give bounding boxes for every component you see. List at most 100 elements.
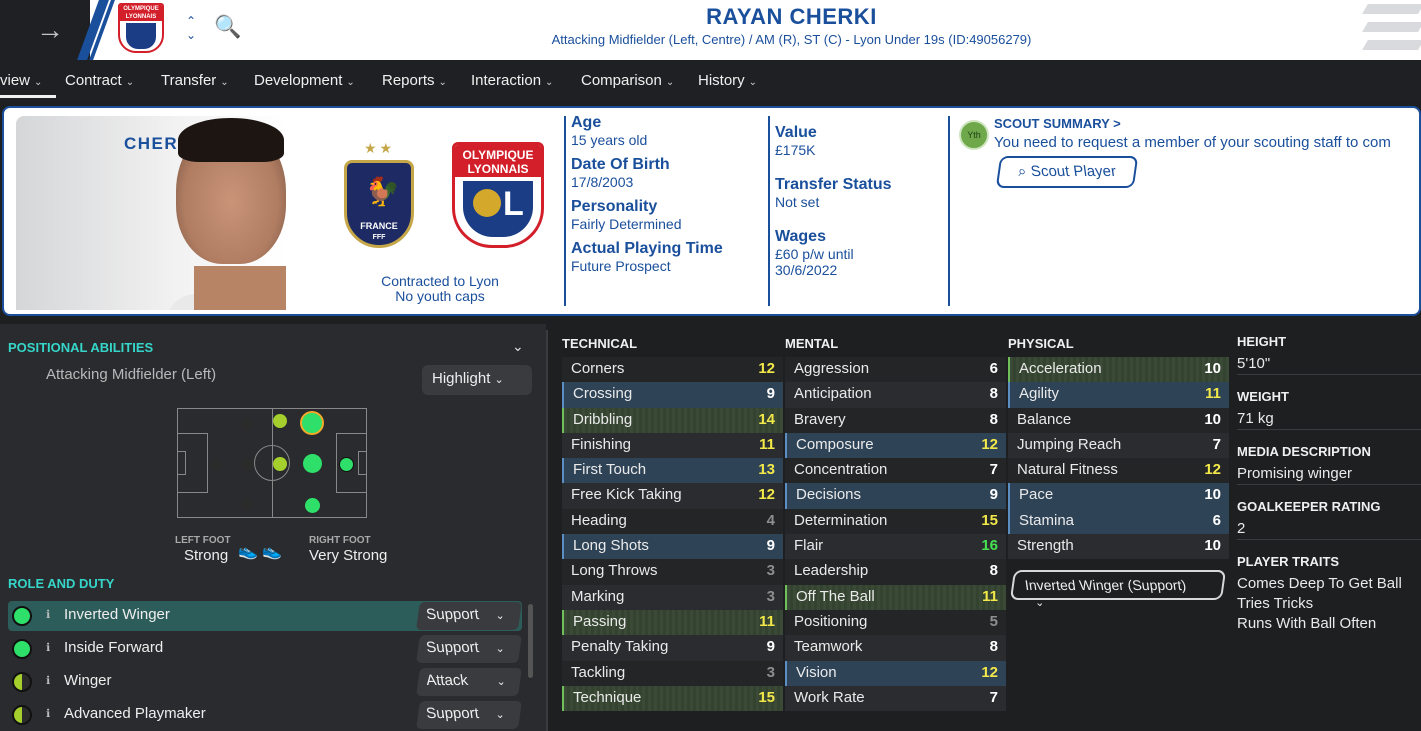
goal-area-left <box>178 451 186 475</box>
attribute-row[interactable]: Off The Ball 11 <box>785 584 1006 610</box>
tab-transfer[interactable]: Transfer ⌄ <box>161 72 229 89</box>
attribute-value: 9 <box>766 638 775 656</box>
attribute-name: Technique <box>573 688 642 706</box>
attribute-row[interactable]: Jumping Reach 7 <box>1008 432 1229 459</box>
attribute-row[interactable]: Positioning 5 <box>785 609 1006 636</box>
club-badge[interactable]: OLYMPIQUE LYONNAIS L <box>452 142 544 248</box>
duty-dropdown[interactable]: Attack ⌄ <box>416 668 522 696</box>
info-icon[interactable]: ℹ <box>46 608 50 621</box>
attribute-row[interactable]: Pace 10 <box>1008 483 1229 509</box>
selected-position: Attacking Midfielder (Left) <box>46 366 217 383</box>
attribute-row[interactable]: Natural Fitness 12 <box>1008 458 1229 484</box>
attribute-row[interactable]: Stamina 6 <box>1008 508 1229 535</box>
attribute-row[interactable]: Strength 10 <box>1008 534 1229 560</box>
info-icon[interactable]: ℹ <box>46 707 50 720</box>
playing-time-label: Actual Playing Time <box>571 240 723 257</box>
height-label: HEIGHT <box>1237 334 1287 349</box>
attribute-row[interactable]: Composure 12 <box>785 432 1006 459</box>
attribute-row[interactable]: Free Kick Taking 12 <box>562 483 783 509</box>
attribute-row[interactable]: Acceleration 10 <box>1008 357 1229 383</box>
scout-player-button[interactable]: ⌕ Scout Player <box>995 156 1139 188</box>
position-dot <box>339 457 354 472</box>
duty-dropdown[interactable]: Support ⌄ <box>416 701 522 729</box>
attribute-row[interactable]: Penalty Taking 9 <box>562 635 783 661</box>
scout-summary-link[interactable]: SCOUT SUMMARY > <box>994 116 1121 131</box>
attribute-row[interactable]: Marking 3 <box>562 584 783 610</box>
attribute-row[interactable]: Crossing 9 <box>562 382 783 408</box>
attribute-value: 4 <box>766 511 775 529</box>
attribute-value: 16 <box>981 537 998 555</box>
role-row[interactable]: ℹ Inverted Winger Support ⌄ <box>8 601 522 631</box>
attribute-value: 13 <box>758 461 775 479</box>
player-trait: Comes Deep To Get Ball <box>1237 575 1402 592</box>
role-suitability-icon <box>12 672 32 692</box>
attribute-row[interactable]: Aggression 6 <box>785 357 1006 383</box>
attribute-row[interactable]: Corners 12 <box>562 357 783 383</box>
attribute-row[interactable]: Concentration 7 <box>785 458 1006 484</box>
attribute-row[interactable]: Work Rate 7 <box>785 685 1006 712</box>
attribute-row[interactable]: Heading 4 <box>562 508 783 535</box>
tab-overview[interactable]: view ⌄ <box>0 72 42 89</box>
attribute-row[interactable]: Decisions 9 <box>785 483 1006 509</box>
info-icon[interactable]: ℹ <box>46 641 50 654</box>
chevron-down-icon: ⌄ <box>545 77 554 88</box>
duty-dropdown[interactable]: Support ⌄ <box>416 602 522 630</box>
tab-interaction[interactable]: Interaction ⌄ <box>471 72 553 89</box>
technical-title: TECHNICAL <box>562 336 638 351</box>
chevron-down-icon: ⌄ <box>438 77 447 88</box>
attribute-value: 10 <box>1204 537 1221 555</box>
profile-nav-bar: view ⌄ Contract ⌄ Transfer ⌄ Development ⌄ R… <box>0 60 1421 102</box>
info-icon[interactable]: ℹ <box>46 674 50 687</box>
attribute-row[interactable]: Agility 11 <box>1008 382 1229 408</box>
role-row[interactable]: ℹ Winger Attack ⌄ <box>8 667 522 697</box>
tab-history[interactable]: History ⌄ <box>698 72 757 89</box>
divider <box>564 116 566 306</box>
attribute-row[interactable]: Leadership 8 <box>785 559 1006 585</box>
role-highlight-dropdown[interactable]: Inverted Winger (Support) ⌄ <box>1009 570 1227 609</box>
attribute-row[interactable]: Dribbling 14 <box>562 407 783 433</box>
right-foot-value: Very Strong <box>309 547 388 564</box>
attribute-value: 10 <box>1204 360 1221 377</box>
personality-value: Fairly Determined <box>571 216 682 232</box>
position-dot-selected <box>300 411 324 435</box>
attribute-row[interactable]: Passing 11 <box>562 609 783 636</box>
active-tab-indicator <box>0 95 56 98</box>
attribute-row[interactable]: Flair 16 <box>785 534 1006 560</box>
attribute-value: 15 <box>758 688 775 706</box>
tab-reports[interactable]: Reports ⌄ <box>382 72 447 89</box>
attribute-row[interactable]: Technique 15 <box>562 685 783 712</box>
chevron-down-icon[interactable]: ⌄ <box>512 338 524 355</box>
attribute-name: Long Shots <box>573 537 649 555</box>
role-row[interactable]: ℹ Advanced Playmaker Support ⌄ <box>8 700 522 730</box>
attribute-row[interactable]: Long Throws 3 <box>562 559 783 585</box>
attribute-row[interactable]: Finishing 11 <box>562 432 783 459</box>
attribute-row[interactable]: Tackling 3 <box>562 660 783 686</box>
attribute-row[interactable]: Balance 10 <box>1008 407 1229 433</box>
attribute-row[interactable]: Determination 15 <box>785 508 1006 535</box>
dob-label: Date Of Birth <box>571 156 670 173</box>
contract-status[interactable]: Contracted to Lyon No youth caps <box>340 274 540 304</box>
player-trait: Tries Tricks <box>1237 595 1314 612</box>
attribute-name: Passing <box>573 612 627 630</box>
role-row[interactable]: ℹ Inside Forward Support ⌄ <box>8 634 522 664</box>
attribute-value: 5 <box>989 612 998 630</box>
attribute-name: Concentration <box>794 461 888 479</box>
attribute-row[interactable]: Vision 12 <box>785 660 1006 686</box>
player-photo: CHERKI <box>16 116 286 310</box>
duty-dropdown[interactable]: Support ⌄ <box>416 635 522 663</box>
attribute-row[interactable]: Long Shots 9 <box>562 534 783 560</box>
weight-value: 71 kg <box>1237 410 1421 430</box>
role-list-scrollbar[interactable] <box>528 604 533 678</box>
attribute-row[interactable]: Teamwork 8 <box>785 635 1006 661</box>
nation-badge[interactable]: 🐓 FRANCE FFF <box>344 160 414 248</box>
tab-contract[interactable]: Contract ⌄ <box>65 72 134 89</box>
tab-development[interactable]: Development ⌄ <box>254 72 355 89</box>
wages-label: Wages <box>775 228 826 245</box>
attribute-row[interactable]: Anticipation 8 <box>785 382 1006 408</box>
tab-comparison[interactable]: Comparison ⌄ <box>581 72 674 89</box>
attribute-row[interactable]: First Touch 13 <box>562 458 783 484</box>
highlight-dropdown[interactable]: Highlight ⌄ <box>422 365 532 395</box>
player-positions-subtitle: Attacking Midfielder (Left, Centre) / AM… <box>551 32 1032 47</box>
attribute-row[interactable]: Bravery 8 <box>785 407 1006 433</box>
rooster-icon: 🐓 <box>365 176 400 207</box>
